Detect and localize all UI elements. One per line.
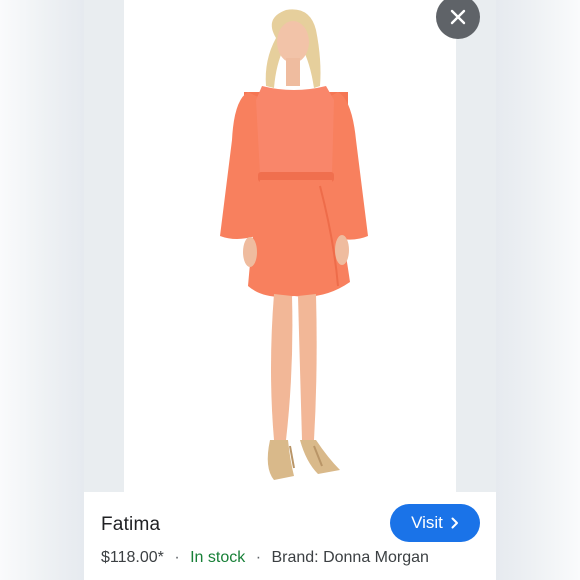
stock-status: In stock	[190, 549, 246, 566]
close-button[interactable]	[436, 0, 480, 39]
visit-label: Visit	[411, 513, 443, 532]
product-card: Fatima Visit $118.00* · In stock · Brand…	[84, 0, 496, 580]
visit-button[interactable]: Visit	[390, 504, 480, 542]
product-image-area[interactable]	[84, 0, 496, 492]
brand: Brand: Donna Morgan	[271, 549, 429, 566]
backdrop-left	[0, 0, 84, 580]
model-in-coral-dress-illustration	[220, 9, 368, 480]
product-info: Fatima Visit $118.00* · In stock · Brand…	[84, 492, 496, 580]
close-icon	[450, 9, 466, 25]
separator: ·	[255, 549, 262, 566]
backdrop-right	[496, 0, 580, 580]
chevron-right-icon	[451, 517, 459, 529]
product-image[interactable]	[124, 0, 456, 492]
separator: ·	[174, 549, 180, 566]
product-title[interactable]: Fatima	[101, 514, 160, 536]
price: $118.00*	[101, 549, 164, 566]
product-meta: $118.00* · In stock · Brand: Donna Morga…	[101, 549, 429, 567]
